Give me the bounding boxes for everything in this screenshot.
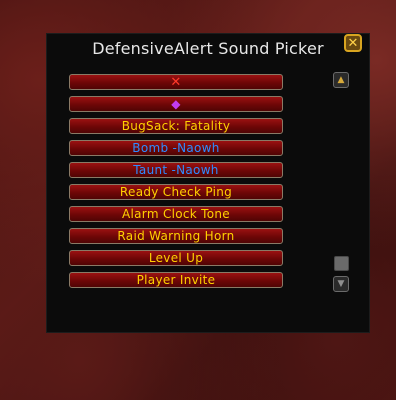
sound-button-raid-warning-horn[interactable]: Raid Warning Horn bbox=[69, 228, 283, 244]
purple-gem-icon: ◆ bbox=[171, 97, 181, 111]
scroll-up-button[interactable]: ▲ bbox=[333, 72, 349, 88]
close-x-icon: ✕ bbox=[347, 35, 359, 51]
scroll-up-icon: ▲ bbox=[337, 74, 345, 85]
sound-button-purple-gem[interactable]: ◆ bbox=[69, 96, 283, 112]
window-title: DefensiveAlert Sound Picker bbox=[92, 39, 324, 58]
scroll-down-icon: ▼ bbox=[337, 278, 345, 289]
scrollbar-thumb[interactable] bbox=[334, 256, 349, 271]
sound-button-bugsack-fatality[interactable]: BugSack: Fatality bbox=[69, 118, 283, 134]
sound-picker-window: DefensiveAlert Sound Picker ✕ ✕ ◆ BugSac… bbox=[46, 33, 370, 333]
sound-button-red-x[interactable]: ✕ bbox=[69, 74, 283, 90]
sound-button-ready-check-ping[interactable]: Ready Check Ping bbox=[69, 184, 283, 200]
sound-button-level-up[interactable]: Level Up bbox=[69, 250, 283, 266]
sound-button-alarm-clock-tone[interactable]: Alarm Clock Tone bbox=[69, 206, 283, 222]
sound-button-player-invite[interactable]: Player Invite bbox=[69, 272, 283, 288]
scroll-down-button[interactable]: ▼ bbox=[333, 276, 349, 292]
sound-button-taunt-naowh[interactable]: Taunt -Naowh bbox=[69, 162, 283, 178]
sound-button-bomb-naowh[interactable]: Bomb -Naowh bbox=[69, 140, 283, 156]
close-button[interactable]: ✕ bbox=[344, 34, 362, 52]
red-x-icon: ✕ bbox=[170, 74, 182, 90]
